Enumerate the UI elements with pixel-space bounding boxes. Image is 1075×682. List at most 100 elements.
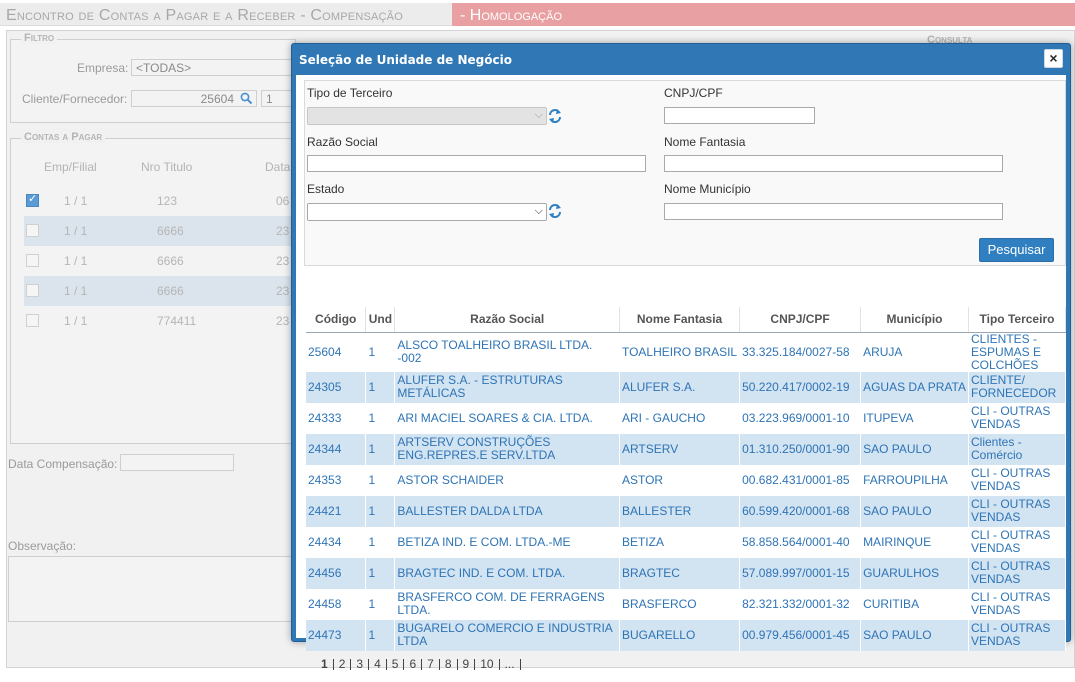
nome-municipio-input[interactable] bbox=[664, 203, 1003, 220]
cell-municipio[interactable]: MAIRINQUE bbox=[860, 526, 969, 558]
row-checkbox[interactable] bbox=[26, 314, 39, 327]
cell-cnpj[interactable]: 33.325.184/0027-58 bbox=[739, 332, 862, 372]
cell-tipo-terceiro[interactable]: CLI - OUTRAS VENDAS bbox=[968, 588, 1067, 620]
cnpj-input[interactable] bbox=[664, 107, 815, 124]
cell-nome-fantasia[interactable]: ASTOR bbox=[619, 464, 741, 496]
page-link[interactable]: 4 bbox=[369, 658, 387, 670]
cell-municipio[interactable]: AGUAS DA PRATA bbox=[860, 371, 969, 403]
cell-cnpj[interactable]: 60.599.420/0001-68 bbox=[739, 495, 862, 527]
cell-municipio[interactable]: ARUJA bbox=[860, 332, 969, 372]
cell-und[interactable]: 1 bbox=[365, 557, 396, 589]
cell-nome-fantasia[interactable]: ARI - GAUCHO bbox=[619, 402, 741, 434]
page-link[interactable]: 9 bbox=[458, 658, 476, 670]
search-icon[interactable] bbox=[240, 92, 253, 108]
cell-municipio[interactable]: SAO PAULO bbox=[860, 495, 969, 527]
cell-cnpj[interactable]: 58.858.564/0001-40 bbox=[739, 526, 862, 558]
estado-select[interactable]: ⌵ bbox=[307, 203, 547, 221]
cell-nome-fantasia[interactable]: BUGARELLO bbox=[619, 619, 741, 651]
page-link[interactable]: 6 bbox=[404, 658, 423, 670]
cell-razao-social[interactable]: BETIZA IND. E COM. LTDA.-ME bbox=[394, 526, 620, 558]
cell-cnpj[interactable]: 01.310.250/0001-90 bbox=[739, 433, 862, 465]
page-link[interactable]: 8 bbox=[440, 658, 458, 670]
page-link[interactable]: 3 bbox=[351, 658, 370, 670]
table-row[interactable]: 24458 1 BRASFERCO COM. DE FERRAGENS LTDA. B… bbox=[306, 588, 1067, 620]
cell-und[interactable]: 1 bbox=[365, 433, 396, 465]
col-und[interactable]: Und bbox=[365, 307, 396, 333]
cell-razao-social[interactable]: ALSCO TOALHEIRO BRASIL LTDA. -002 bbox=[394, 332, 620, 372]
cell-razao-social[interactable]: ALUFER S.A. - ESTRUTURAS METÁLICAS bbox=[394, 371, 620, 403]
cell-tipo-terceiro[interactable]: CLI - OUTRAS VENDAS bbox=[968, 495, 1067, 527]
col-tipo-terceiro[interactable]: Tipo Terceiro bbox=[968, 307, 1067, 333]
razao-social-input[interactable] bbox=[307, 155, 646, 172]
cell-razao-social[interactable]: ASTOR SCHAIDER bbox=[394, 464, 620, 496]
page-link[interactable]: 7 bbox=[422, 658, 440, 670]
observacao-textarea[interactable] bbox=[8, 556, 296, 622]
row-checkbox[interactable] bbox=[26, 254, 39, 267]
cell-tipo-terceiro[interactable]: CLIENTES - ESPUMAS E COLCHÕES bbox=[968, 332, 1067, 372]
cell-codigo[interactable]: 24344 bbox=[306, 433, 367, 465]
cell-tipo-terceiro[interactable]: CLIENTE/ FORNECEDOR bbox=[968, 371, 1067, 403]
table-row[interactable]: 24473 1 BUGARELO COMERCIO E INDUSTRIA LTDA… bbox=[306, 619, 1067, 651]
cell-codigo[interactable]: 24353 bbox=[306, 464, 367, 496]
cell-cnpj[interactable]: 57.089.997/0001-15 bbox=[739, 557, 862, 589]
cell-codigo[interactable]: 24473 bbox=[306, 619, 367, 651]
table-row[interactable]: 1 / 1 774411 23 bbox=[24, 306, 298, 336]
cell-razao-social[interactable]: ARI MACIEL SOARES & CIA. LTDA. bbox=[394, 402, 620, 434]
cell-und[interactable]: 1 bbox=[365, 332, 396, 372]
close-icon[interactable]: × bbox=[1044, 49, 1063, 68]
cell-tipo-terceiro[interactable]: Clientes - Comércio bbox=[968, 433, 1067, 465]
table-row[interactable]: 24305 1 ALUFER S.A. - ESTRUTURAS METÁLICAS… bbox=[306, 371, 1067, 403]
table-row[interactable]: 1 / 1 6666 23 bbox=[24, 246, 298, 276]
cell-nome-fantasia[interactable]: BALLESTER bbox=[619, 495, 741, 527]
cell-municipio[interactable]: ITUPEVA bbox=[860, 402, 969, 434]
cell-cnpj[interactable]: 82.321.332/0001-32 bbox=[739, 588, 862, 620]
col-razao-social[interactable]: Razão Social bbox=[394, 307, 620, 333]
data-compensacao-input[interactable] bbox=[120, 454, 234, 471]
cell-razao-social[interactable]: BUGARELO COMERCIO E INDUSTRIA LTDA bbox=[394, 619, 620, 651]
cell-tipo-terceiro[interactable]: CLI - OUTRAS VENDAS bbox=[968, 557, 1067, 589]
table-row[interactable]: 24421 1 BALLESTER DALDA LTDA BALLESTER 60.59… bbox=[306, 495, 1067, 527]
cell-und[interactable]: 1 bbox=[365, 371, 396, 403]
cell-razao-social[interactable]: BRAGTEC IND. E COM. LTDA. bbox=[394, 557, 620, 589]
col-municipio[interactable]: Município bbox=[860, 307, 969, 333]
page-link[interactable]: 10 bbox=[475, 658, 500, 670]
cell-codigo[interactable]: 24333 bbox=[306, 402, 367, 434]
cell-municipio[interactable]: FARROUPILHA bbox=[860, 464, 969, 496]
table-row[interactable]: 25604 1 ALSCO TOALHEIRO BRASIL LTDA. -002 T… bbox=[306, 332, 1067, 372]
cell-municipio[interactable]: SAO PAULO bbox=[860, 433, 969, 465]
cell-cnpj[interactable]: 03.223.969/0001-10 bbox=[739, 402, 862, 434]
tipo-terceiro-select[interactable]: ⌵ bbox=[307, 107, 547, 125]
row-checkbox[interactable] bbox=[26, 224, 39, 237]
nome-fantasia-input[interactable] bbox=[664, 155, 1003, 172]
cell-und[interactable]: 1 bbox=[365, 619, 396, 651]
row-checkbox[interactable] bbox=[26, 284, 39, 297]
cell-codigo[interactable]: 24434 bbox=[306, 526, 367, 558]
cell-razao-social[interactable]: BRASFERCO COM. DE FERRAGENS LTDA. bbox=[394, 588, 620, 620]
cell-und[interactable]: 1 bbox=[365, 495, 396, 527]
page-link[interactable]: 2 bbox=[334, 658, 352, 670]
cell-municipio[interactable]: CURITIBA bbox=[860, 588, 969, 620]
page-link[interactable]: 1 bbox=[316, 658, 334, 670]
refresh-estado-icon[interactable] bbox=[548, 203, 562, 219]
cell-codigo[interactable]: 24458 bbox=[306, 588, 367, 620]
table-row[interactable]: 24344 1 ARTSERV CONSTRUÇÕES ENG.REPRES.E S… bbox=[306, 433, 1067, 465]
cell-municipio[interactable]: SAO PAULO bbox=[860, 619, 969, 651]
cell-cnpj[interactable]: 50.220.417/0002-19 bbox=[739, 371, 862, 403]
table-row[interactable]: 24434 1 BETIZA IND. E COM. LTDA.-ME BETIZA 5… bbox=[306, 526, 1067, 558]
cell-nome-fantasia[interactable]: BRAGTEC bbox=[619, 557, 741, 589]
table-row[interactable]: 24333 1 ARI MACIEL SOARES & CIA. LTDA. ARI … bbox=[306, 402, 1067, 434]
cell-nome-fantasia[interactable]: ARTSERV bbox=[619, 433, 741, 465]
cell-und[interactable]: 1 bbox=[365, 464, 396, 496]
col-cnpj[interactable]: CNPJ/CPF bbox=[739, 307, 862, 333]
table-row[interactable]: 24353 1 ASTOR SCHAIDER ASTOR 00.682.431/0001… bbox=[306, 464, 1067, 496]
cell-municipio[interactable]: GUARULHOS bbox=[860, 557, 969, 589]
table-row[interactable]: 1 / 1 6666 23 bbox=[24, 216, 298, 246]
cell-codigo[interactable]: 25604 bbox=[306, 332, 367, 372]
table-row[interactable]: 1 / 1 6666 23 bbox=[24, 276, 298, 306]
cliente-fornecedor-input[interactable]: 25604 bbox=[131, 90, 257, 107]
table-row[interactable]: 1 / 1 123 06 bbox=[24, 186, 298, 216]
cell-nome-fantasia[interactable]: ALUFER S.A. bbox=[619, 371, 741, 403]
cell-codigo[interactable]: 24305 bbox=[306, 371, 367, 403]
cell-und[interactable]: 1 bbox=[365, 402, 396, 434]
page-link[interactable]: 5 bbox=[387, 658, 405, 670]
